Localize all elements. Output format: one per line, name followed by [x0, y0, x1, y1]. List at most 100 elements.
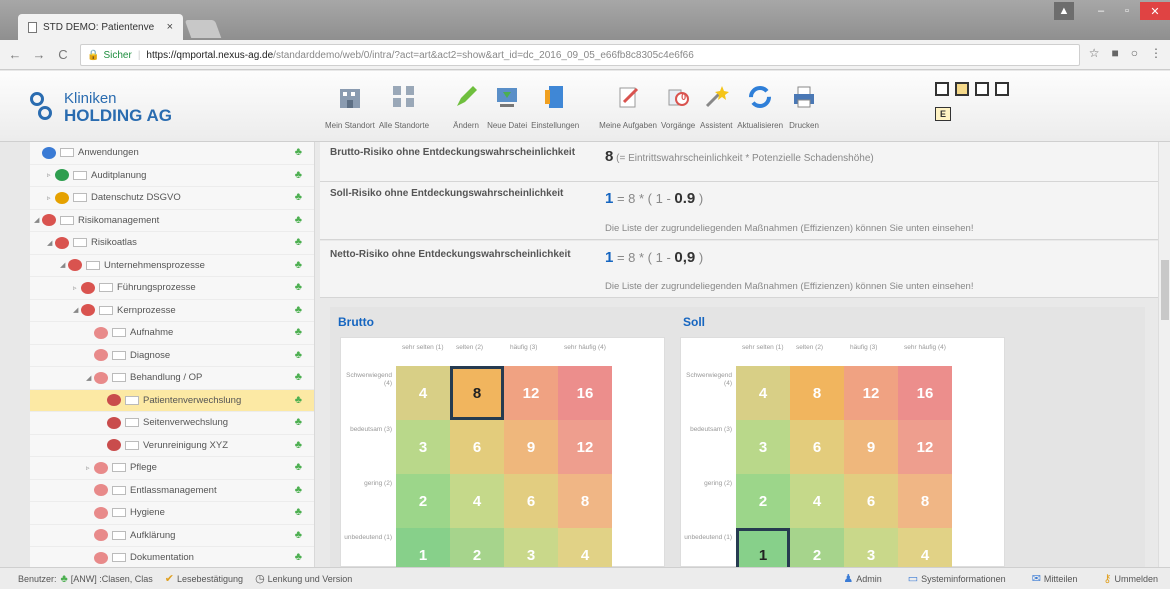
tree-node[interactable]: ◢ Risikoatlas ♣ [30, 232, 314, 255]
matrix-cell[interactable]: 6 [844, 474, 898, 528]
tree-node[interactable]: Dokumentation ♣ [30, 547, 314, 567]
matrix-cell[interactable]: 4 [450, 474, 504, 528]
tree-node[interactable]: ▹ Führungsprozesse ♣ [30, 277, 314, 300]
matrix-cell[interactable]: 9 [504, 420, 558, 474]
matrix-cell[interactable]: 4 [558, 528, 612, 567]
alle-standorte-button[interactable]: Alle Standorte [379, 81, 429, 130]
vertical-scrollbar[interactable] [1158, 142, 1170, 567]
expand-toggle-icon[interactable]: ▹ [86, 464, 94, 472]
matrix-cell[interactable]: 12 [898, 420, 952, 474]
view-mode-1-button[interactable] [935, 82, 949, 96]
matrix-cell[interactable]: 3 [396, 420, 450, 474]
matrix-cell[interactable]: 8 [790, 366, 844, 420]
tree-node[interactable]: Hygiene ♣ [30, 502, 314, 525]
forward-arrow-icon[interactable]: → [30, 47, 48, 62]
expand-toggle-icon[interactable]: ◢ [47, 239, 55, 247]
expand-toggle-icon[interactable]: ◢ [34, 216, 42, 224]
expand-toggle-icon[interactable]: ◢ [73, 306, 81, 314]
matrix-cell[interactable]: 4 [790, 474, 844, 528]
tree-node[interactable]: Diagnose ♣ [30, 345, 314, 367]
tree-node[interactable]: Patientenverwechslung ♣ [30, 389, 314, 412]
matrix-cell[interactable]: 2 [450, 528, 504, 567]
matrix-cell[interactable]: 8 [898, 474, 952, 528]
tree-node[interactable]: ◢ Risikomanagement ♣ [30, 210, 314, 232]
tree-node[interactable]: Aufnahme ♣ [30, 322, 314, 345]
tree-node[interactable]: ▹ Pflege ♣ [30, 457, 314, 480]
expand-toggle-icon[interactable]: ◢ [86, 374, 94, 382]
tree-node[interactable]: Anwendungen ♣ [30, 142, 314, 165]
tree-node[interactable]: ▹ Auditplanung ♣ [30, 165, 314, 187]
meine-aufgaben-button[interactable]: Meine Aufgaben [599, 81, 657, 130]
scrollbar-thumb[interactable] [1161, 260, 1169, 320]
status-mitteilen[interactable]: ✉ Mitteilen [1032, 572, 1078, 585]
matrix-cell[interactable]: 4 [736, 366, 790, 420]
tree-node[interactable]: ◢ Kernprozesse ♣ [30, 300, 314, 322]
view-mode-e-button[interactable]: E [935, 107, 951, 121]
maximize-icon[interactable]: ▫ [1114, 2, 1140, 20]
back-arrow-icon[interactable]: ← [6, 47, 24, 62]
profile-icon[interactable]: ▲ [1054, 2, 1074, 20]
tab-close-icon[interactable]: × [167, 21, 173, 33]
tree-node[interactable]: ▹ Datenschutz DSGVO ♣ [30, 187, 314, 210]
status-ummelden[interactable]: ⚷ Ummelden [1103, 572, 1158, 585]
new-tab-button[interactable] [184, 20, 222, 38]
tree-node[interactable]: Seitenverwechslung ♣ [30, 412, 314, 435]
matrix-cell[interactable]: 8 [450, 366, 504, 420]
drucken-button[interactable]: Drucken [787, 81, 821, 130]
matrix-cell[interactable]: 4 [898, 528, 952, 567]
matrix-cell[interactable]: 16 [898, 366, 952, 420]
url-field[interactable]: 🔒 Sicher | https://qmportal.nexus-ag.de … [80, 44, 1080, 66]
menu-icon[interactable]: ⋮ [1150, 46, 1162, 60]
matrix-cell[interactable]: 8 [558, 474, 612, 528]
matrix-cell[interactable]: 16 [558, 366, 612, 420]
matrix-cell[interactable]: 3 [504, 528, 558, 567]
vorgaenge-button[interactable]: 0 Vorgänge [661, 81, 695, 130]
status-lesebestaetigung[interactable]: ✔ Lesebestätigung [165, 572, 243, 585]
matrix-cell[interactable]: 6 [450, 420, 504, 474]
matrix-cell[interactable]: 6 [790, 420, 844, 474]
matrix-cell[interactable]: 12 [558, 420, 612, 474]
status-systeminfo[interactable]: ▭ Systeminformationen [908, 572, 1006, 585]
matrix-cell[interactable]: 3 [844, 528, 898, 567]
matrix-cell[interactable]: 2 [736, 474, 790, 528]
matrix-cell[interactable]: 4 [396, 366, 450, 420]
matrix-cell[interactable]: 6 [504, 474, 558, 528]
neue-datei-button[interactable]: Neue Datei [487, 81, 527, 130]
status-benutzer[interactable]: Benutzer: ♣ [ANW] :Clasen, Clas [18, 573, 153, 585]
matrix-cell[interactable]: 2 [396, 474, 450, 528]
tree-node[interactable]: Verunreinigung XYZ ♣ [30, 435, 314, 457]
matrix-cell[interactable]: 12 [844, 366, 898, 420]
view-mode-3-button[interactable] [975, 82, 989, 96]
mein-standort-button[interactable]: Mein Standort [325, 81, 375, 130]
star-icon[interactable]: ☆ [1089, 46, 1100, 60]
matrix-cell[interactable]: 1 [396, 528, 450, 567]
assistent-button[interactable]: Assistent [699, 81, 733, 130]
tree-node[interactable]: ◢ Behandlung / OP ♣ [30, 367, 314, 390]
tree-node[interactable]: ◢ Unternehmensprozesse ♣ [30, 255, 314, 277]
matrix-cell[interactable]: 3 [736, 420, 790, 474]
matrix-cell[interactable]: 2 [790, 528, 844, 567]
expand-toggle-icon[interactable]: ▹ [73, 284, 81, 292]
matrix-cell[interactable]: 1 [736, 528, 790, 567]
logo[interactable]: Kliniken HOLDING AG [30, 91, 172, 125]
browser-tab[interactable]: STD DEMO: Patientenve × [18, 14, 183, 40]
matrix-cell[interactable]: 12 [504, 366, 558, 420]
minimize-icon[interactable]: ‒ [1088, 2, 1114, 20]
reload-icon[interactable]: C [54, 47, 72, 62]
tree-node[interactable]: Aufklärung ♣ [30, 525, 314, 547]
window-close-icon[interactable]: ✕ [1140, 2, 1170, 20]
status-admin[interactable]: ♟ Admin [843, 572, 881, 585]
aendern-button[interactable]: Ändern [449, 81, 483, 130]
einstellungen-button[interactable]: Einstellungen [531, 81, 579, 130]
aktualisieren-button[interactable]: Aktualisieren [737, 81, 783, 130]
view-mode-2-button[interactable] [955, 82, 969, 96]
status-lenkung[interactable]: ◷ Lenkung und Version [255, 572, 352, 585]
tree-node[interactable]: Entlassmanagement ♣ [30, 480, 314, 502]
extension-icon[interactable]: ■ [1112, 46, 1119, 60]
matrix-cell[interactable]: 9 [844, 420, 898, 474]
expand-toggle-icon[interactable]: ▹ [47, 194, 55, 202]
expand-toggle-icon[interactable]: ◢ [60, 261, 68, 269]
expand-toggle-icon[interactable]: ▹ [47, 171, 55, 179]
opera-icon[interactable]: ○ [1131, 46, 1138, 60]
view-mode-4-button[interactable] [995, 82, 1009, 96]
